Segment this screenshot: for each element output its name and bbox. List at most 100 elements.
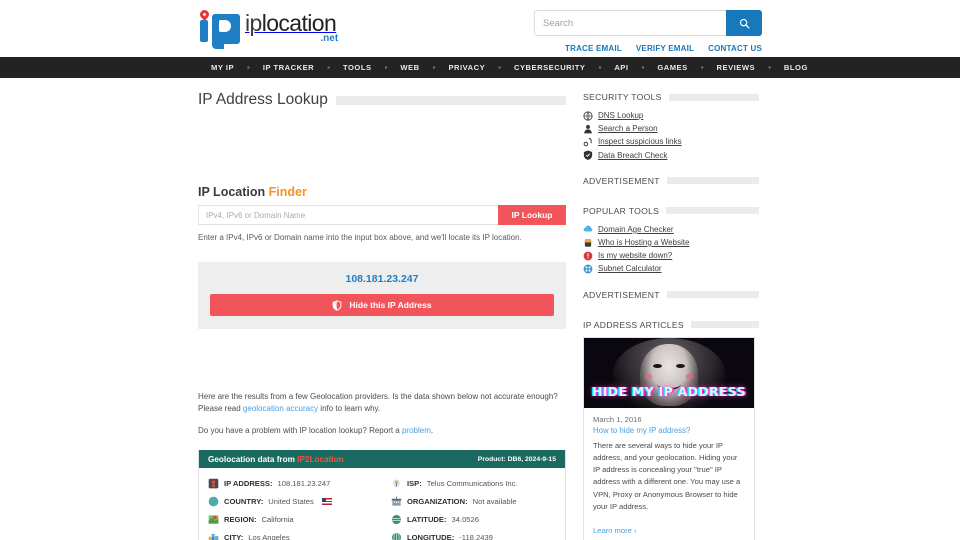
logo-tld: .net — [320, 33, 339, 44]
building-icon — [391, 496, 402, 506]
nav-item-ip-tracker[interactable]: IP TRACKER — [250, 63, 327, 72]
geolocation-accuracy-link[interactable]: geolocation accuracy — [243, 404, 318, 413]
nav-item-tools[interactable]: TOOLS — [330, 63, 385, 72]
main-navigation: MY IP ▪ IP TRACKER ▪ TOOLS ▪ WEB ▪ PRIVA… — [0, 57, 960, 78]
nav-item-privacy[interactable]: PRIVACY — [435, 63, 498, 72]
nav-item-web[interactable]: WEB — [387, 63, 432, 72]
page-root: iplocation .net TRACE EMAIL VERIFY EMAIL… — [0, 0, 960, 540]
geo-label-organization: ORGANIZATION: — [407, 496, 468, 506]
geo-value-city: Los Angeles — [248, 532, 290, 540]
geo-value-latitude: 34.0526 — [451, 514, 479, 524]
article-card[interactable]: HIDE MY IP ADDRESS March 1, 2016 How to … — [583, 336, 755, 540]
sidebar-item-subnet-calculator[interactable]: Subnet Calculator — [583, 262, 759, 275]
geo-field-city: CITY: Los Angeles — [199, 528, 382, 540]
article-title-link[interactable]: How to hide my IP address? — [593, 426, 745, 435]
geo-field-longitude: LONGITUDE: -118.2439 — [382, 528, 565, 540]
sidebar-item-label: Inspect suspicious links — [598, 137, 682, 147]
geo-value-ip-address: 108.181.23.247 — [277, 478, 331, 488]
current-ip-address: 108.181.23.247 — [345, 273, 419, 285]
sidebar-heading-label: POPULAR TOOLS — [583, 205, 660, 216]
geolocation-provider-name: IP2Location — [297, 454, 344, 464]
nav-item-cybersecurity[interactable]: CYBERSECURITY — [501, 63, 598, 72]
map-icon — [208, 515, 219, 524]
hide-ip-button[interactable]: Hide this IP Address — [210, 294, 554, 316]
content-area: IP Address Lookup IP Location Finder IP … — [0, 78, 960, 540]
sidebar-item-label: Search a Person — [598, 124, 658, 134]
heading-decoration-bar — [690, 321, 759, 328]
ip-lookup-input[interactable] — [198, 205, 498, 225]
finder-title-main: IP Location — [198, 185, 266, 199]
geolocation-header-prefix: Geolocation data from — [208, 454, 298, 464]
location-pin-icon — [198, 8, 211, 21]
sidebar-item-dns-lookup[interactable]: DNS Lookup — [583, 109, 759, 122]
ad-slot-2 — [583, 307, 759, 320]
article-date: March 1, 2016 — [593, 414, 642, 424]
pin-person-icon — [208, 478, 219, 488]
sidebar-item-who-is-hosting[interactable]: Who is Hosting a Website — [583, 236, 759, 249]
shield-icon — [332, 299, 342, 311]
sidebar-item-domain-age-checker[interactable]: Domain Age Checker — [583, 223, 759, 236]
link-contact-us[interactable]: CONTACT US — [708, 44, 762, 53]
report-problem-note: Do you have a problem with IP location l… — [198, 425, 566, 437]
link-verify-email[interactable]: VERIFY EMAIL — [636, 44, 694, 53]
ip-lookup-button[interactable]: IP Lookup — [498, 205, 566, 225]
longitude-icon — [391, 532, 402, 540]
sidebar-heading-label: IP ADDRESS ARTICLES — [583, 319, 684, 330]
sidebar-heading-label: SECURITY TOOLS — [583, 92, 662, 102]
nav-item-blog[interactable]: BLOG — [771, 63, 821, 72]
sidebar-item-is-my-website-down[interactable]: Is my website down? — [583, 249, 759, 262]
site-logo[interactable]: iplocation .net — [198, 8, 338, 50]
report-note-before: Do you have a problem with IP location l… — [198, 425, 402, 435]
geolocation-product-info: Product: DB6, 2024-9-15 — [477, 455, 556, 463]
nav-item-reviews[interactable]: REVIEWS — [704, 63, 769, 72]
sidebar-item-data-breach-check[interactable]: Data Breach Check — [583, 149, 759, 162]
mask-cheek-left — [645, 373, 652, 379]
geo-field-organization: ORGANIZATION: Not available — [382, 492, 565, 510]
sidebar-item-inspect-links[interactable]: Inspect suspicious links — [583, 135, 759, 148]
nav-item-api[interactable]: API — [601, 63, 641, 72]
current-ip-panel: 108.181.23.247 Hide this IP Address — [198, 262, 566, 329]
report-problem-link[interactable]: problem — [402, 426, 431, 435]
geo-field-country: COUNTRY: United States — [199, 492, 382, 510]
logo-letter-i — [200, 20, 208, 42]
sidebar-item-search-a-person[interactable]: Search a Person — [583, 122, 759, 135]
search-input[interactable] — [534, 10, 726, 36]
sidebar-heading-advertisement-1: ADVERTISEMENT — [583, 176, 759, 186]
person-icon — [584, 124, 592, 134]
nav-item-games[interactable]: GAMES — [644, 63, 700, 72]
logo-letter-p — [212, 14, 240, 49]
page-title-row: IP Address Lookup — [198, 91, 566, 109]
logo-mark-icon — [198, 8, 242, 49]
link-trace-email[interactable]: TRACE EMAIL — [565, 44, 622, 53]
logo-word-ip: ip — [245, 10, 262, 36]
geo-label-longitude: LONGITUDE: — [407, 532, 455, 540]
article-thumbnail: HIDE MY IP ADDRESS — [584, 337, 754, 408]
sidebar: SECURITY TOOLS DNS Lookup Search a Perso… — [583, 92, 759, 540]
mask-eye-left — [653, 363, 662, 368]
logo-wordmark: iplocation .net — [245, 10, 338, 44]
mask-cheek-right — [686, 373, 693, 379]
geo-label-latitude: LATITUDE: — [407, 514, 447, 524]
title-decoration-bar — [335, 95, 566, 105]
search-button[interactable] — [726, 10, 762, 36]
geo-label-country: COUNTRY: — [224, 496, 264, 506]
sidebar-heading-articles: IP ADDRESS ARTICLES — [583, 320, 759, 330]
article-body: March 1, 2016 How to hide my IP address?… — [584, 408, 754, 540]
nav-item-my-ip[interactable]: MY IP — [198, 63, 247, 72]
article-excerpt: There are several ways to hide your IP a… — [593, 440, 741, 511]
article-learn-more-link[interactable]: Learn more › — [593, 526, 636, 535]
nav-items: MY IP ▪ IP TRACKER ▪ TOOLS ▪ WEB ▪ PRIVA… — [198, 63, 821, 72]
geo-field-isp: ISP: Telus Communications Inc. — [382, 474, 565, 492]
geo-label-isp: ISP: — [407, 478, 422, 488]
geo-value-country: United States — [268, 496, 314, 506]
geo-value-isp: Telus Communications Inc. — [426, 478, 518, 488]
site-header: iplocation .net TRACE EMAIL VERIFY EMAIL… — [0, 0, 960, 57]
hide-ip-button-label: Hide this IP Address — [349, 300, 432, 310]
article-image-caption: HIDE MY IP ADDRESS — [592, 383, 746, 399]
geo-label-ip-address: IP ADDRESS: — [224, 478, 273, 488]
sidebar-item-label: Subnet Calculator — [598, 264, 662, 274]
ad-slot-1 — [583, 193, 759, 206]
security-tools-list: DNS Lookup Search a Person Inspect suspi… — [583, 109, 759, 162]
geo-value-organization: Not available — [472, 496, 517, 506]
